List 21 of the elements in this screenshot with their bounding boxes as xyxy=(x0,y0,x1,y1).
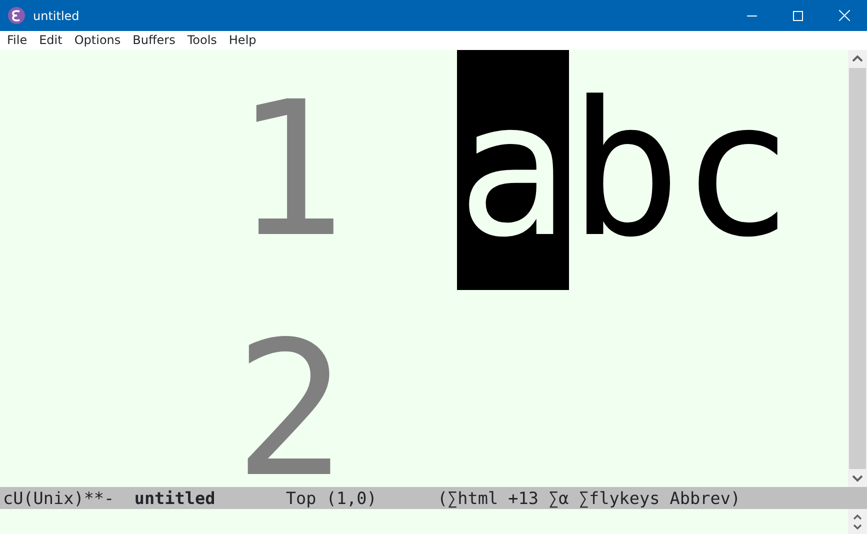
menu-item[interactable]: File xyxy=(0,31,32,50)
code-text: bc xyxy=(568,60,793,280)
buffer-status: cU(Unix)**- xyxy=(3,487,114,509)
scrollbar[interactable] xyxy=(848,50,867,487)
menu-item[interactable]: Options xyxy=(67,31,126,50)
maximize-icon[interactable] xyxy=(793,10,803,20)
window-title: untitled xyxy=(33,8,80,24)
mode-list: (∑html +13 ∑α ∑flykeys Abbrev) xyxy=(437,487,741,509)
line-number: 1 xyxy=(233,60,346,280)
text-cursor: a xyxy=(457,50,569,290)
menu-item[interactable]: Help xyxy=(222,31,262,50)
menu-item[interactable]: Tools xyxy=(180,31,222,50)
menu-item[interactable]: Edit xyxy=(32,31,68,50)
scroll-up-down-icon[interactable] xyxy=(851,512,864,532)
buffer-name: untitled xyxy=(134,487,216,509)
close-icon[interactable] xyxy=(838,10,850,21)
line-number: 2 xyxy=(233,300,346,487)
menu-item[interactable]: Buffers xyxy=(126,31,180,50)
scrollbar[interactable] xyxy=(848,509,867,534)
app-icon xyxy=(8,7,25,24)
cursor-position: Top (1,0) xyxy=(286,487,377,509)
